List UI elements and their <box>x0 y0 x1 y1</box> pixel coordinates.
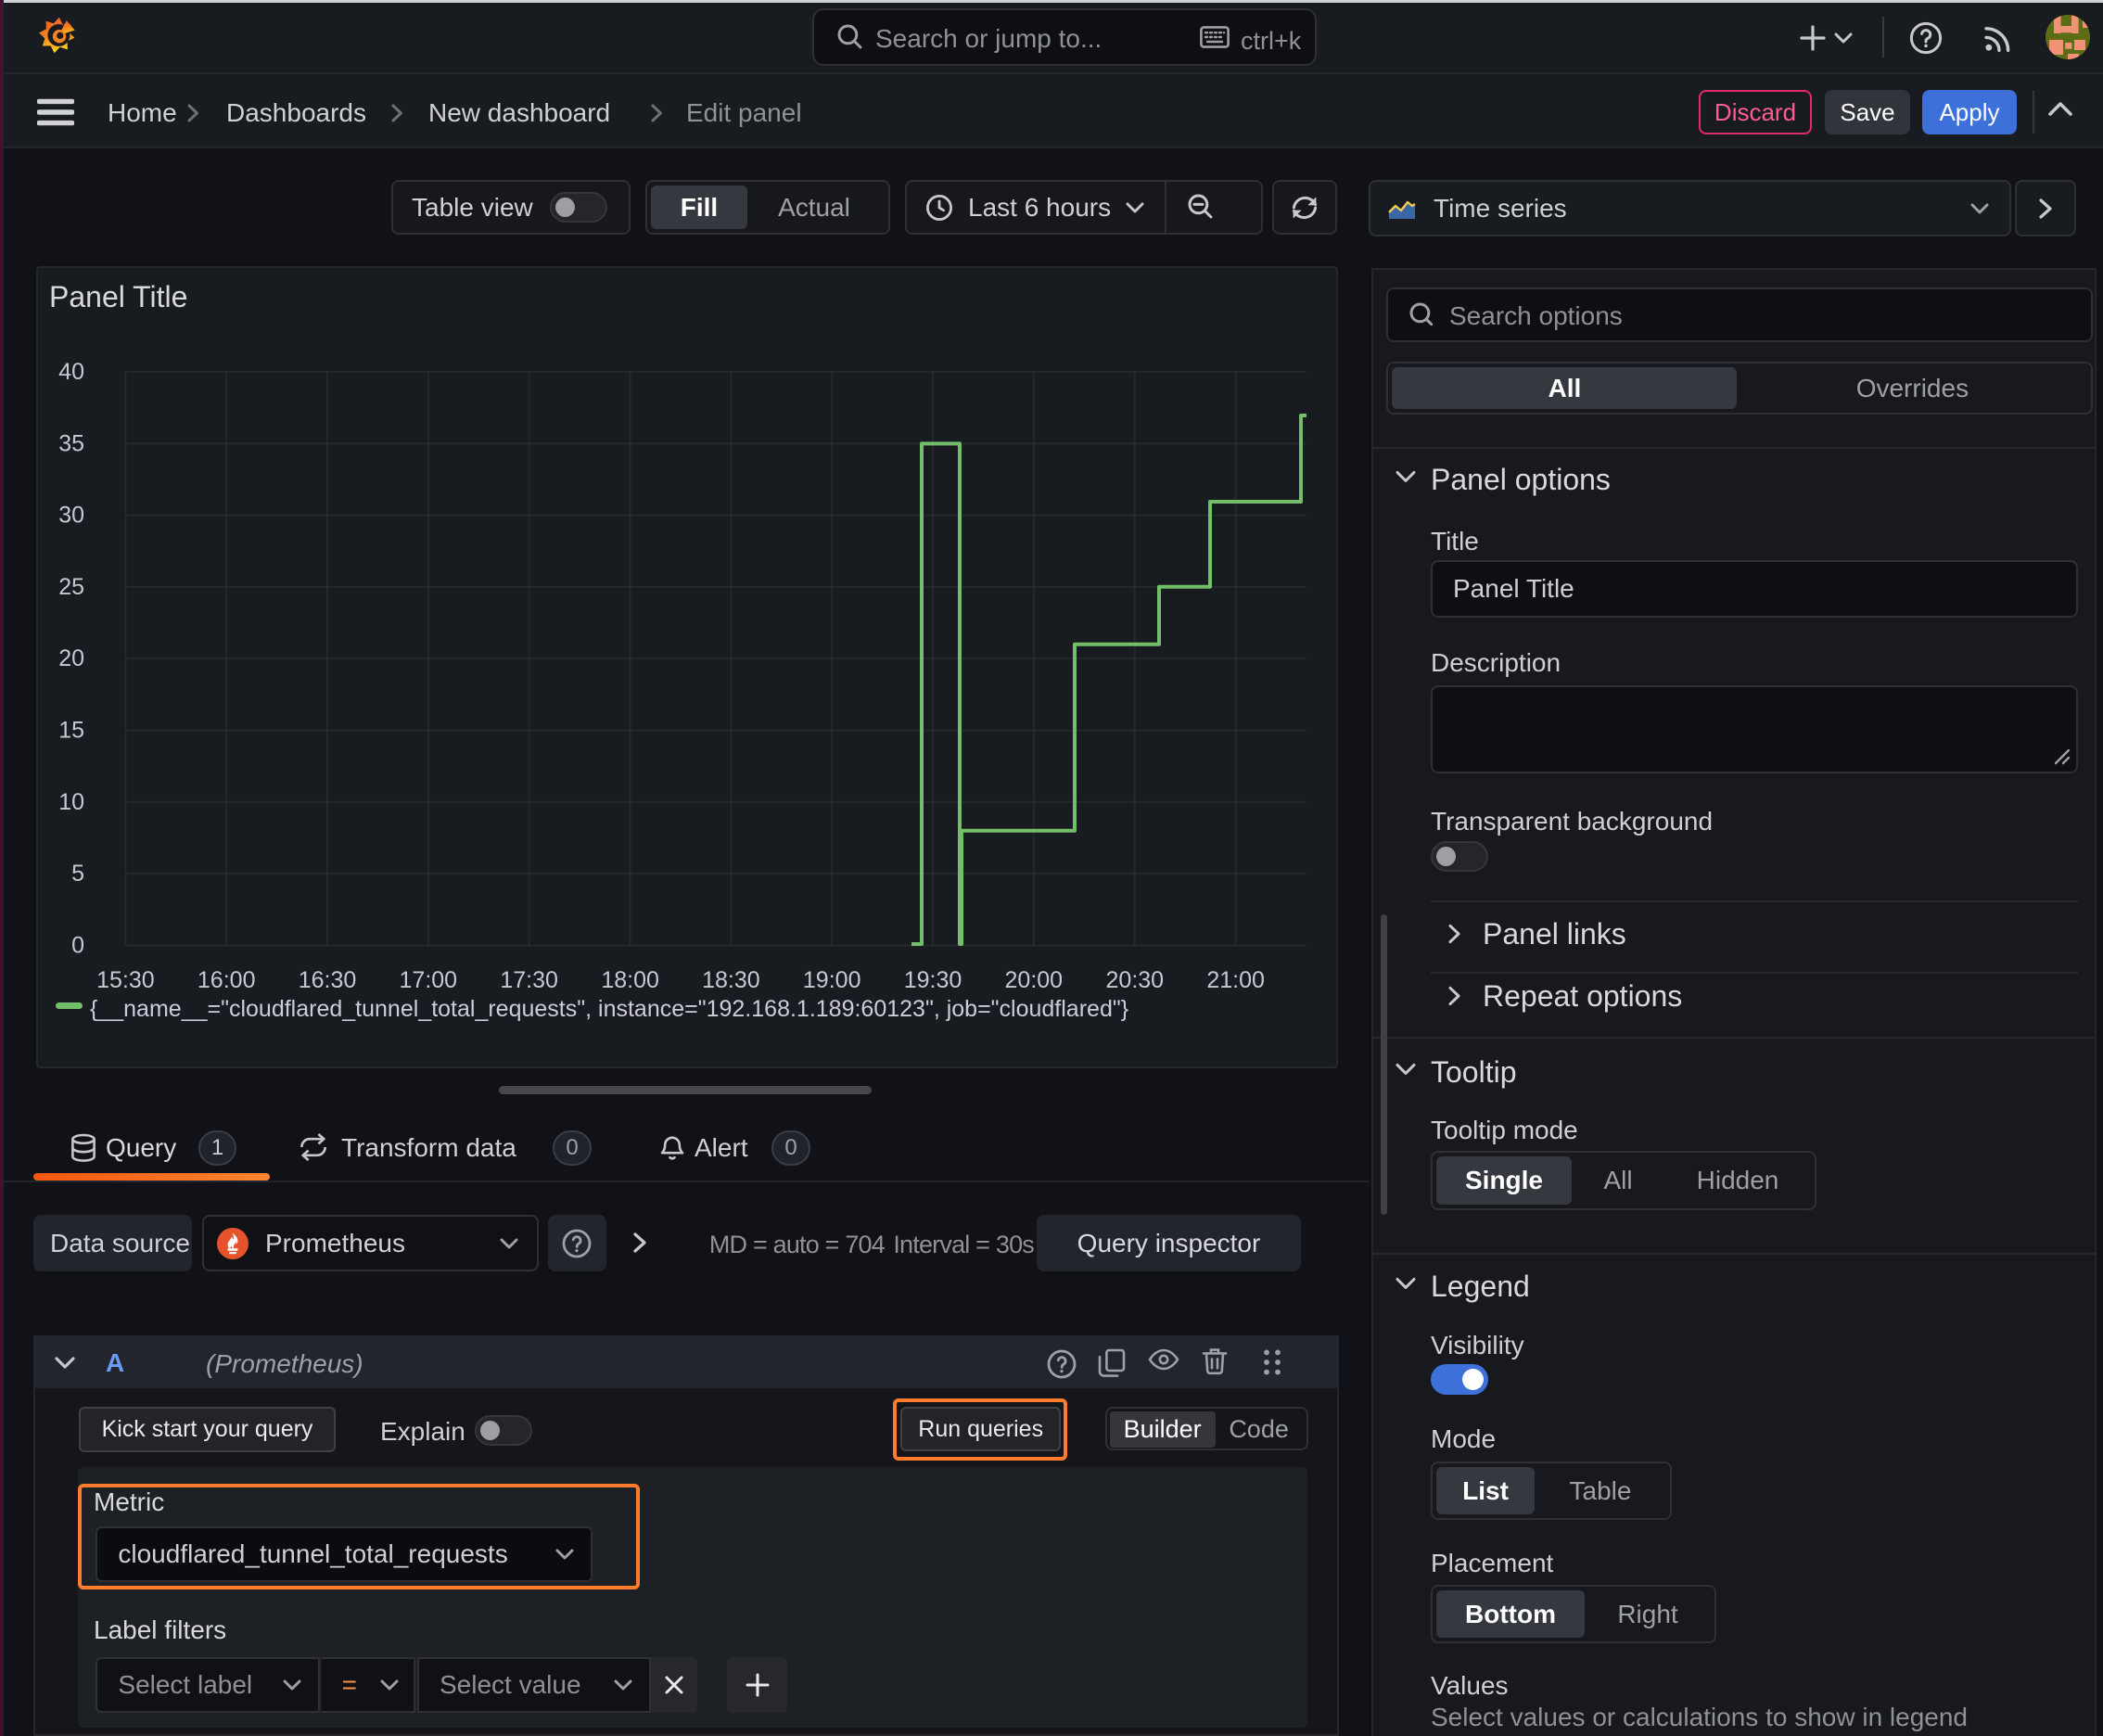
svg-text:17:30: 17:30 <box>500 967 558 993</box>
svg-text:25: 25 <box>58 574 84 600</box>
svg-text:16:30: 16:30 <box>299 967 357 993</box>
svg-text:20:30: 20:30 <box>1106 967 1165 993</box>
svg-text:18:00: 18:00 <box>601 967 659 993</box>
svg-text:17:00: 17:00 <box>400 967 458 993</box>
svg-text:40: 40 <box>58 359 84 385</box>
svg-text:21:00: 21:00 <box>1206 967 1265 993</box>
svg-text:30: 30 <box>58 503 84 529</box>
svg-text:19:00: 19:00 <box>803 967 861 993</box>
svg-text:15:30: 15:30 <box>96 967 155 993</box>
svg-text:10: 10 <box>58 789 84 815</box>
svg-text:18:30: 18:30 <box>702 967 760 993</box>
svg-text:20: 20 <box>58 645 84 671</box>
svg-text:15: 15 <box>58 718 84 744</box>
svg-text:19:30: 19:30 <box>904 967 962 993</box>
svg-text:0: 0 <box>71 933 84 959</box>
svg-text:35: 35 <box>58 430 84 456</box>
svg-text:16:00: 16:00 <box>198 967 256 993</box>
svg-text:5: 5 <box>71 861 84 887</box>
svg-text:20:00: 20:00 <box>1005 967 1064 993</box>
